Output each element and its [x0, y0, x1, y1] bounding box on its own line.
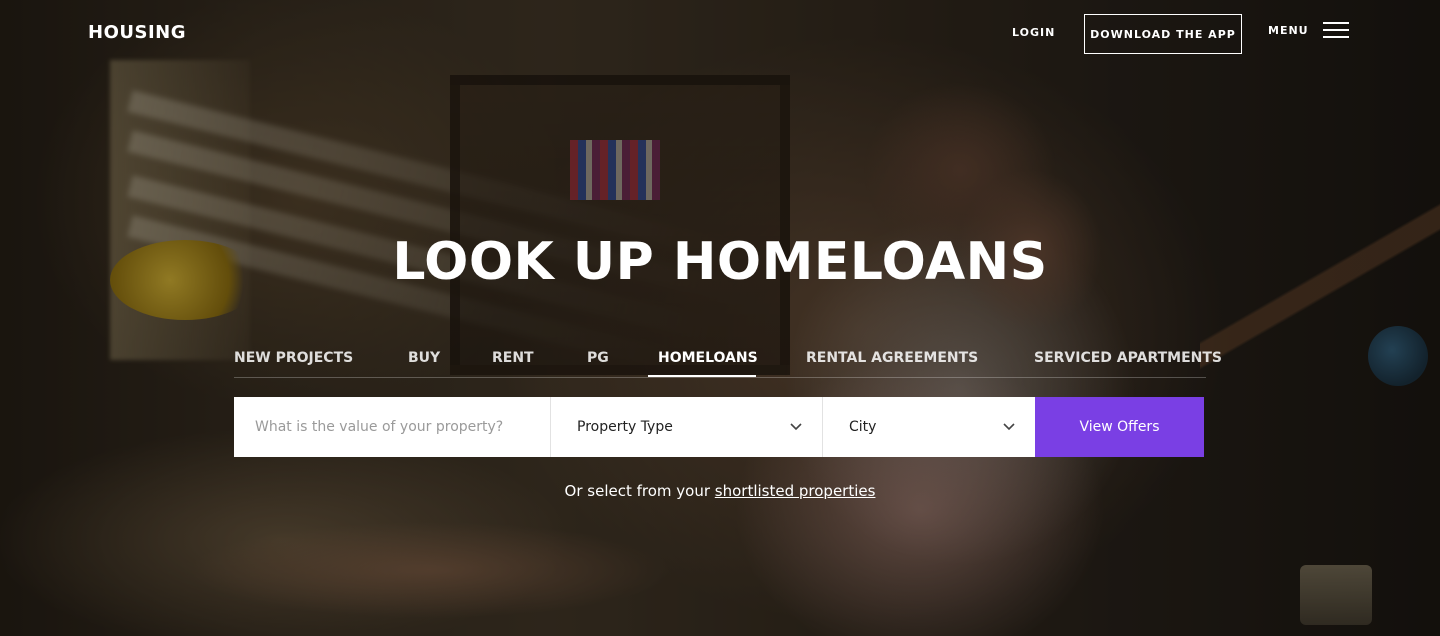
search-bar: Property Type City View Offers — [234, 397, 1204, 457]
download-app-label: DOWNLOAD THE APP — [1090, 27, 1236, 41]
property-value-input[interactable] — [234, 397, 551, 457]
site-header: HOUSING LOGIN DOWNLOAD THE APP MENU — [0, 0, 1440, 70]
login-link[interactable]: LOGIN — [1012, 26, 1055, 39]
property-type-dropdown[interactable]: Property Type — [551, 397, 823, 457]
tab-homeloans[interactable]: HOMELOANS — [658, 350, 758, 366]
shortlist-prompt: Or select from your shortlisted properti… — [0, 482, 1440, 500]
view-offers-label: View Offers — [1079, 419, 1160, 435]
hamburger-icon — [1322, 20, 1349, 40]
shortlisted-properties-link[interactable]: shortlisted properties — [715, 482, 876, 500]
search-tabs: NEW PROJECTS BUY RENT PG HOMELOANS RENTA… — [234, 340, 1222, 378]
city-dropdown[interactable]: City — [823, 397, 1035, 457]
chevron-down-icon — [790, 421, 802, 433]
city-label: City — [849, 419, 877, 435]
hero-background — [0, 0, 1440, 636]
view-offers-button[interactable]: View Offers — [1035, 397, 1204, 457]
tab-new-projects[interactable]: NEW PROJECTS — [234, 350, 353, 366]
tab-pg[interactable]: PG — [587, 350, 609, 366]
tab-rental-agreements[interactable]: RENTAL AGREEMENTS — [806, 350, 978, 366]
tab-rent[interactable]: RENT — [492, 350, 534, 366]
tab-serviced-apartments[interactable]: SERVICED APARTMENTS — [1034, 350, 1222, 366]
tab-buy[interactable]: BUY — [408, 350, 440, 366]
shortlist-prefix: Or select from your — [564, 482, 711, 500]
download-app-button[interactable]: DOWNLOAD THE APP — [1084, 14, 1242, 54]
chevron-down-icon — [1003, 421, 1015, 433]
active-tab-indicator — [648, 375, 756, 377]
hero-headline: LOOK UP HOMELOANS — [392, 232, 1048, 292]
property-type-label: Property Type — [577, 419, 673, 435]
logo[interactable]: HOUSING — [88, 22, 186, 43]
menu-button[interactable]: MENU — [1268, 20, 1349, 40]
menu-label: MENU — [1268, 23, 1309, 37]
hero-overlay — [0, 0, 1440, 636]
